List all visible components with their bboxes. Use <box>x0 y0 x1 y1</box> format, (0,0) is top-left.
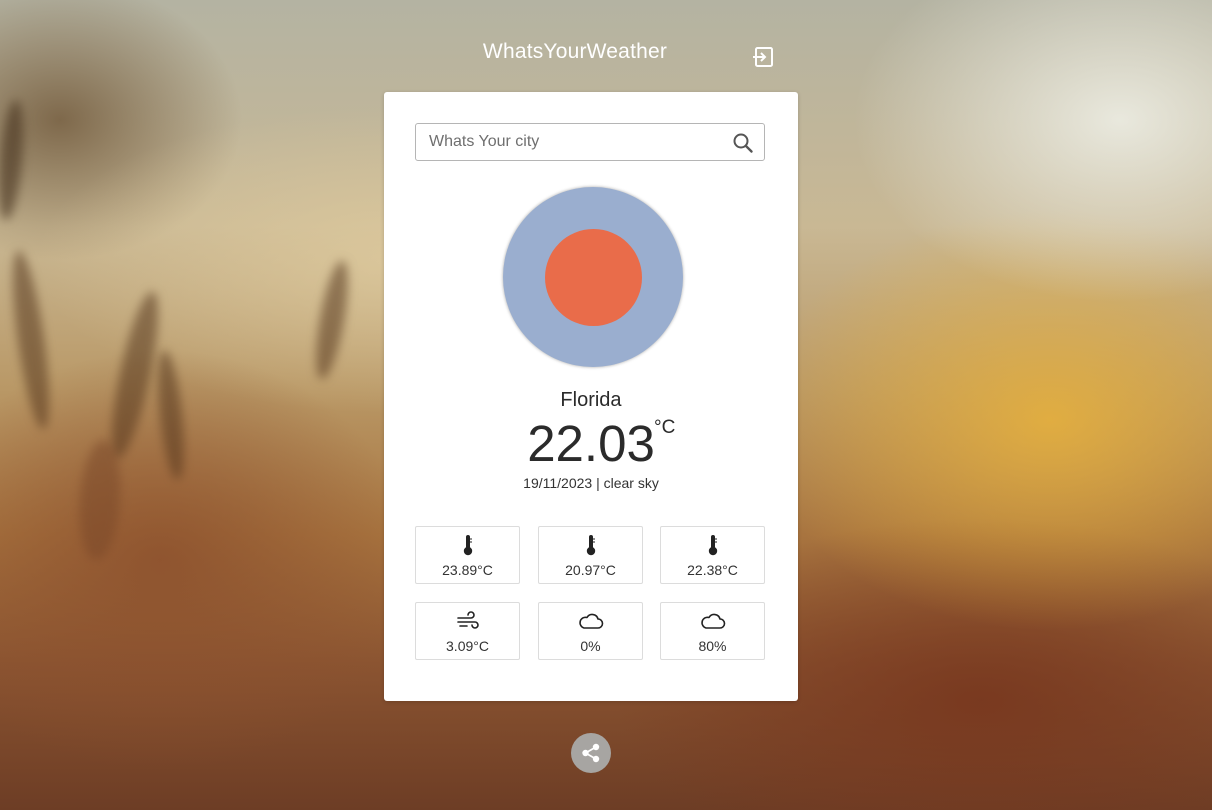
temperature-value: 22.03 <box>527 415 655 472</box>
detail-value: 23.89°C <box>442 562 493 578</box>
wind-icon <box>456 611 479 629</box>
share-button[interactable] <box>571 733 611 773</box>
background-decoration <box>0 99 28 221</box>
detail-value: 0% <box>580 638 601 654</box>
temperature-unit: °C <box>654 417 676 438</box>
search-box <box>415 123 765 161</box>
temperature-display: 22.03 °C <box>384 414 798 474</box>
detail-value: 3.09°C <box>446 638 489 654</box>
thermometer-icon <box>463 535 472 556</box>
detail-value: 80% <box>698 638 727 654</box>
detail-tile-clouds: 0% <box>538 602 643 660</box>
separator: | <box>596 475 600 491</box>
detail-tile-temp-max: 23.89°C <box>415 526 520 584</box>
detail-value: 20.97°C <box>565 562 616 578</box>
app-title: WhatsYourWeather <box>482 40 668 63</box>
background-decoration <box>153 349 189 481</box>
weather-date: 19/11/2023 <box>523 475 593 491</box>
background-decoration <box>5 249 57 431</box>
detail-tile-humidity: 80% <box>660 602 765 660</box>
logout-button[interactable] <box>751 46 775 68</box>
detail-value: 22.38°C <box>687 562 738 578</box>
weather-card: Florida 22.03 °C 19/11/2023 | clear sky … <box>384 92 798 701</box>
cloud-icon <box>578 613 603 629</box>
cloud-icon <box>700 613 725 629</box>
thermometer-icon <box>708 535 717 556</box>
city-name: Florida <box>560 389 622 411</box>
detail-tile-feels-like: 22.38°C <box>660 526 765 584</box>
detail-tile-wind: 3.09°C <box>415 602 520 660</box>
weather-description: clear sky <box>603 475 659 491</box>
search-button[interactable] <box>732 132 754 154</box>
logout-icon <box>753 47 773 67</box>
clear-sky-icon <box>503 187 683 367</box>
date-description-line: 19/11/2023 | clear sky <box>384 475 798 491</box>
background-decoration <box>75 438 125 562</box>
city-search-input[interactable] <box>416 124 729 160</box>
background-decoration <box>309 258 355 382</box>
search-icon <box>733 133 753 153</box>
detail-tile-temp-min: 20.97°C <box>538 526 643 584</box>
sun-shape <box>545 229 642 326</box>
share-icon <box>582 743 600 763</box>
thermometer-icon <box>586 535 595 556</box>
